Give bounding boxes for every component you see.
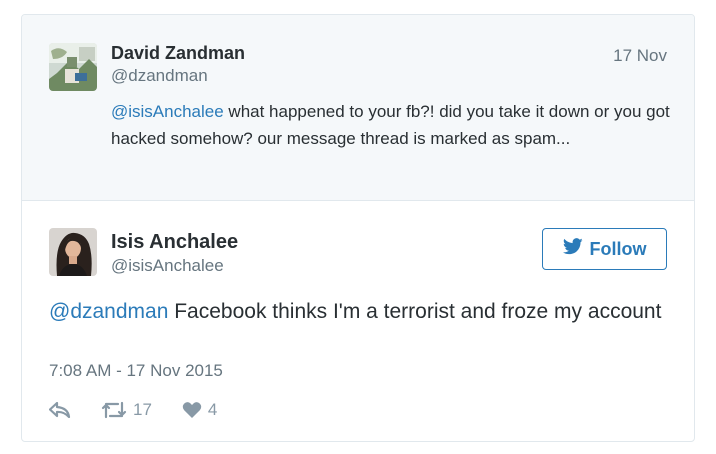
reply-button[interactable]: [49, 402, 71, 418]
author-name[interactable]: Isis Anchalee: [111, 231, 238, 254]
author-name[interactable]: David Zandman: [111, 43, 245, 64]
heart-icon: [182, 401, 202, 419]
in-reply-to-tweet[interactable]: David Zandman @dzandman 17 Nov @isisAnch…: [22, 15, 694, 201]
tweet-actions: 17 4: [49, 399, 247, 421]
tweet-date[interactable]: 17 Nov: [613, 46, 667, 66]
twitter-bird-icon: [562, 238, 583, 260]
avatar[interactable]: [49, 228, 97, 276]
tweet-text: @dzandman Facebook thinks I'm a terroris…: [49, 297, 669, 326]
retweet-count: 17: [133, 400, 152, 419]
follow-button[interactable]: Follow: [542, 228, 667, 270]
retweet-button[interactable]: 17: [101, 400, 152, 420]
like-button[interactable]: 4: [182, 400, 217, 420]
tweet-text-body: Facebook thinks I'm a terrorist and froz…: [168, 300, 662, 323]
tweet-timestamp[interactable]: 7:08 AM - 17 Nov 2015: [49, 361, 223, 381]
reply-icon: [49, 402, 71, 418]
mention-link[interactable]: @isisAnchalee: [111, 102, 224, 121]
author-handle[interactable]: @isisAnchalee: [111, 256, 224, 276]
mention-link[interactable]: @dzandman: [49, 300, 168, 323]
retweet-icon: [101, 401, 127, 419]
avatar[interactable]: [49, 43, 97, 91]
tweet-card: David Zandman @dzandman 17 Nov @isisAnch…: [21, 14, 695, 442]
author-handle[interactable]: @dzandman: [111, 66, 208, 86]
like-count: 4: [207, 400, 218, 419]
tweet-text: @isisAnchalee what happened to your fb?!…: [111, 98, 676, 152]
follow-label: Follow: [589, 238, 647, 259]
